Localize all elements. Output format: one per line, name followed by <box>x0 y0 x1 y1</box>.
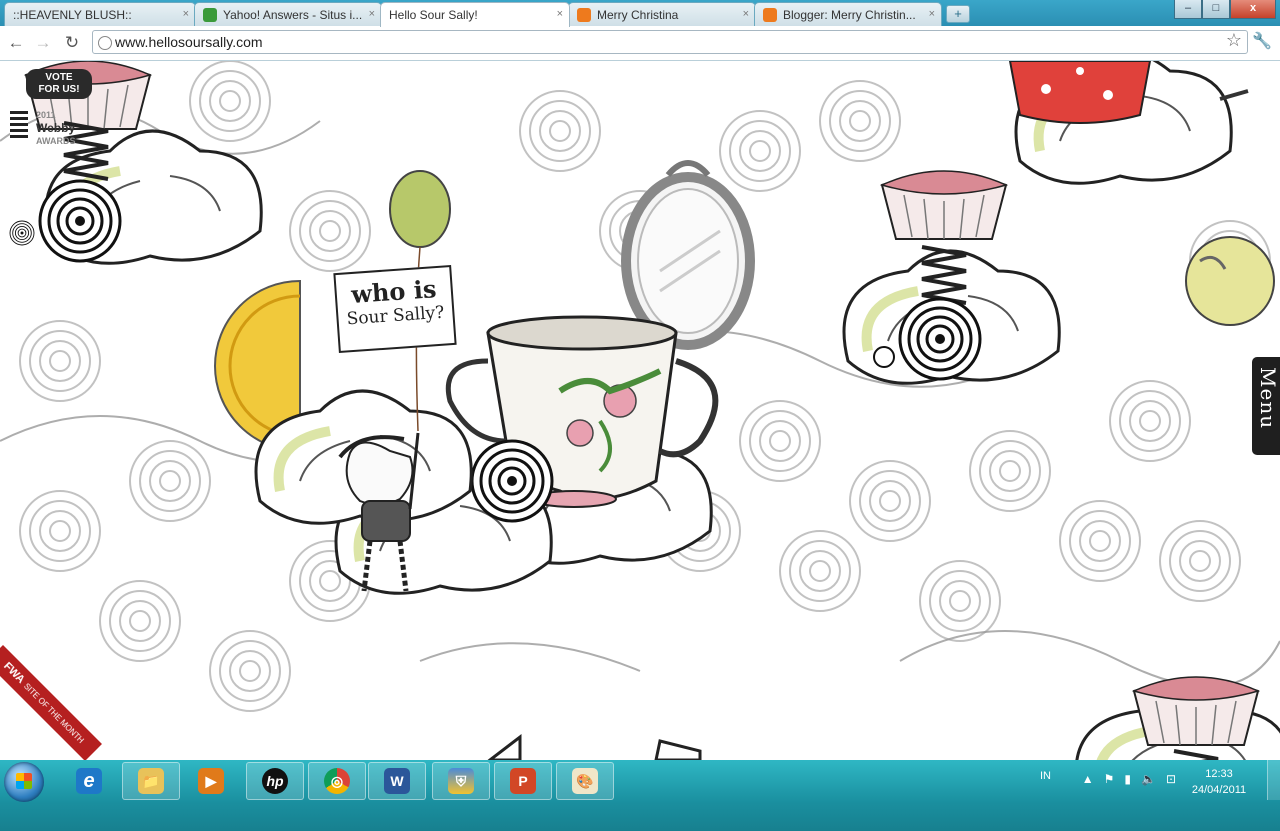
webby-awards-badge[interactable]: 2011 Webby AWARDS <box>8 107 88 149</box>
taskbar-security[interactable]: ⛨ <box>432 762 490 800</box>
volume-icon[interactable]: 🔈 <box>1141 772 1156 786</box>
window-close-button[interactable]: x <box>1230 0 1276 19</box>
start-button[interactable] <box>4 762 44 802</box>
clock-time: 12:33 <box>1205 768 1233 780</box>
windows-logo-icon <box>16 773 32 789</box>
forward-button[interactable]: → <box>32 32 54 54</box>
close-icon[interactable]: × <box>369 8 375 20</box>
close-icon[interactable]: × <box>183 8 189 20</box>
vote-line-2: FOR US! <box>38 84 80 95</box>
chrome-icon: ◎ <box>324 768 350 794</box>
tray-icons: ▲ ⚑ ▮ 🔈 ⊡ <box>1082 772 1176 786</box>
address-bar[interactable]: www.hellosoursally.com <box>92 30 1248 54</box>
doodle-illustration <box>0 61 1280 760</box>
webby-name: Webby <box>36 121 76 135</box>
url-text: www.hellosoursally.com <box>115 34 263 50</box>
tab-label: Hello Sour Sally! <box>389 8 478 22</box>
reload-button[interactable]: ↻ <box>61 32 83 54</box>
tab-strip: ::HEAVENLY BLUSH:: × Yahoo! Answers - Si… <box>0 0 1280 27</box>
tab-hello-sour-sally[interactable]: Hello Sour Sally! × <box>380 2 570 27</box>
taskbar-word[interactable]: W <box>368 762 426 800</box>
shield-icon: ⛨ <box>448 768 474 794</box>
taskbar-chrome[interactable]: ◎ <box>308 762 366 800</box>
clock[interactable]: 12:33 24/04/2011 <box>1184 766 1254 798</box>
who-is-sour-sally-sign[interactable]: who is Sour Sally? <box>333 264 457 354</box>
folder-icon: 📁 <box>138 768 164 794</box>
new-tab-button[interactable]: + <box>946 5 970 23</box>
network-icon[interactable]: ⊡ <box>1166 772 1176 786</box>
menu-button[interactable]: Menu <box>1252 357 1280 455</box>
yahoo-answers-icon <box>203 7 217 22</box>
blogger-icon <box>763 7 777 22</box>
tab-merry-christina[interactable]: Merry Christina × <box>568 2 756 26</box>
sour-sally-page: VOTE FOR US! 2011 Webby AWARDS who is So… <box>0 61 1280 760</box>
vote-for-us-badge[interactable]: VOTE FOR US! <box>26 69 92 99</box>
window-controls: – □ x <box>1174 0 1276 19</box>
taskbar-internet-explorer[interactable]: e <box>60 762 118 800</box>
language-indicator[interactable]: IN <box>1040 770 1051 782</box>
show-hidden-icons-arrow-icon[interactable]: ▲ <box>1082 772 1094 786</box>
hp-icon: hp <box>262 768 288 794</box>
close-icon[interactable]: × <box>743 8 749 20</box>
globe-icon <box>98 36 112 50</box>
blogger-icon <box>577 7 591 22</box>
close-icon[interactable]: × <box>557 8 563 20</box>
vote-line-1: VOTE <box>45 72 73 83</box>
taskbar-paint[interactable]: 🎨 <box>556 762 614 800</box>
tab-blogger-merry-christina[interactable]: Blogger: Merry Christin... × <box>754 2 942 26</box>
tab-heavenly-blush[interactable]: ::HEAVENLY BLUSH:: × <box>4 2 196 26</box>
maximize-button[interactable]: □ <box>1202 0 1230 19</box>
tab-yahoo-answers[interactable]: Yahoo! Answers - Situs i... × <box>194 2 382 26</box>
minimize-button[interactable]: – <box>1174 0 1202 19</box>
show-desktop-button[interactable] <box>1267 760 1280 800</box>
word-icon: W <box>384 768 410 794</box>
back-button[interactable]: ← <box>5 32 27 54</box>
battery-icon[interactable]: ▮ <box>1124 772 1131 786</box>
webby-text: 2011 Webby AWARDS <box>36 109 76 148</box>
tab-label: Merry Christina <box>597 7 679 22</box>
webby-awards: AWARDS <box>36 136 76 146</box>
menu-label: Menu <box>1256 367 1280 430</box>
bookmark-star-icon[interactable]: ☆ <box>1226 30 1242 51</box>
internet-explorer-icon: e <box>76 768 102 794</box>
wrench-icon[interactable]: 🔧 <box>1252 31 1272 51</box>
clock-date: 24/04/2011 <box>1191 784 1247 796</box>
windows-taskbar: e 📁 ▶ hp ◎ W ⛨ P 🎨 IN ▲ ⚑ ▮ 🔈 ⊡ 12:33 24… <box>0 760 1280 831</box>
action-center-flag-icon[interactable]: ⚑ <box>1104 772 1115 786</box>
taskbar-media-player[interactable]: ▶ <box>182 762 240 800</box>
webby-logo-icon <box>10 111 28 139</box>
media-player-icon: ▶ <box>198 768 224 794</box>
paint-icon: 🎨 <box>572 768 598 794</box>
tab-label: Blogger: Merry Christin... <box>783 7 916 22</box>
tab-label: Yahoo! Answers - Situs i... <box>223 7 363 22</box>
taskbar-hp[interactable]: hp <box>246 762 304 800</box>
tab-label: ::HEAVENLY BLUSH:: <box>13 7 132 22</box>
taskbar-windows-explorer[interactable]: 📁 <box>122 762 180 800</box>
taskbar-powerpoint[interactable]: P <box>494 762 552 800</box>
close-icon[interactable]: × <box>929 8 935 20</box>
browser-toolbar: ← → ↻ www.hellosoursally.com ☆ 🔧 <box>0 26 1280 61</box>
powerpoint-icon: P <box>510 768 536 794</box>
